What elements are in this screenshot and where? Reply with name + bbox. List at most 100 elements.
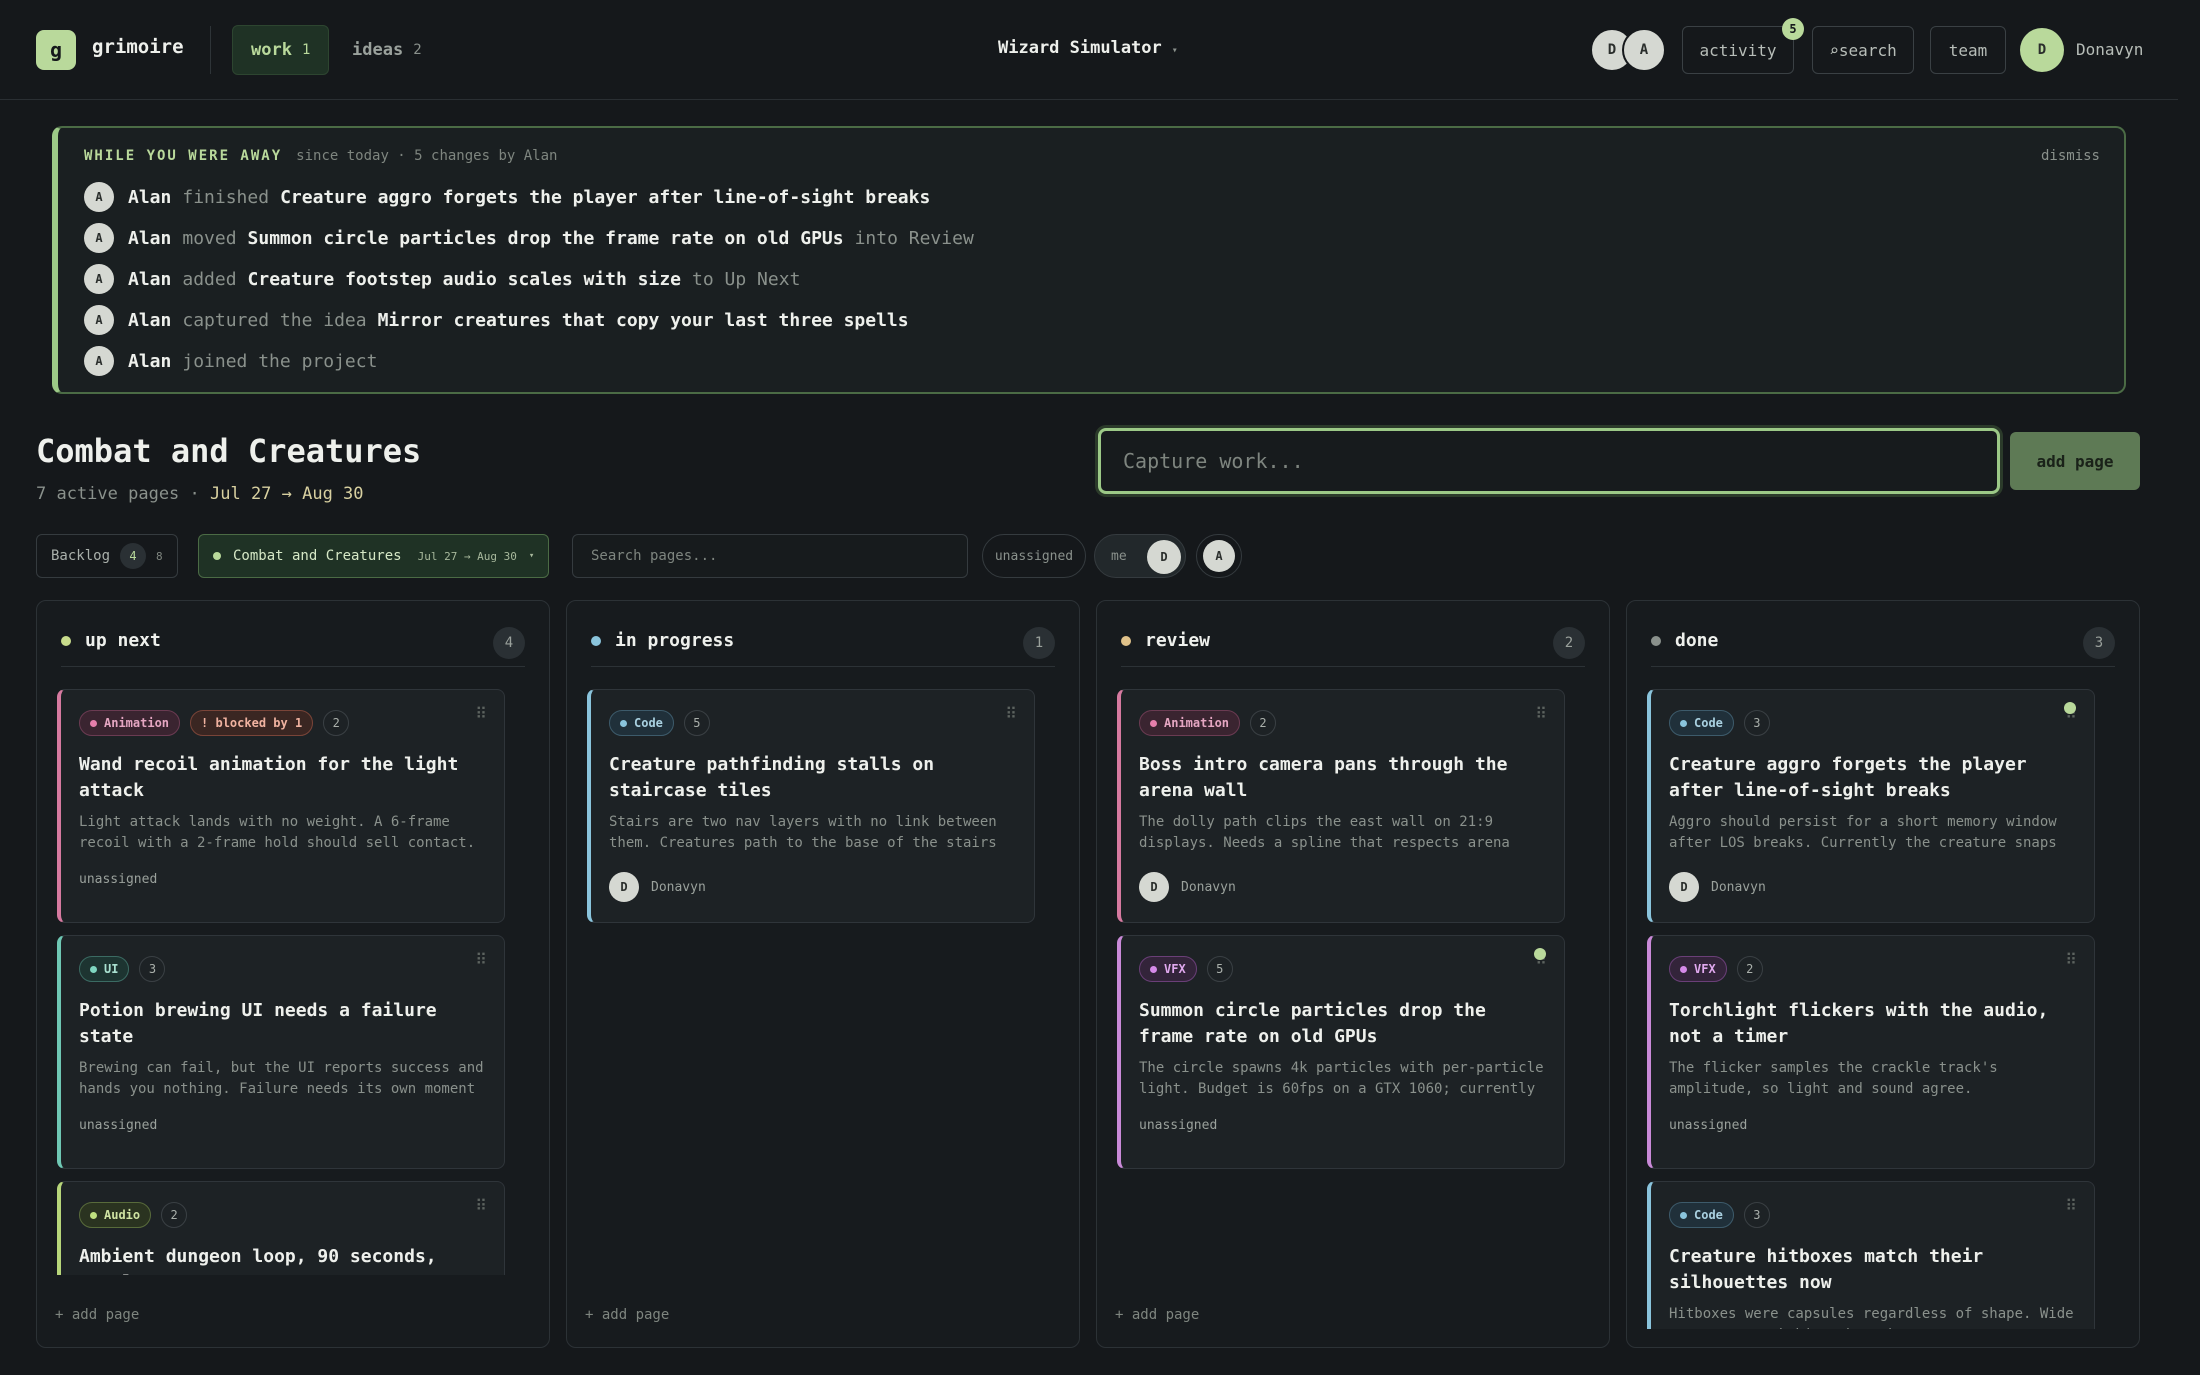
sprint-filter[interactable]: Combat and Creatures Jul 27 → Aug 30 ▾ — [198, 534, 550, 578]
member-filter[interactable]: A — [1196, 534, 1242, 578]
tag-label: Code — [1694, 1208, 1723, 1222]
column-count: 4 — [493, 627, 525, 659]
task-card[interactable]: Code 5 ⠿ Creature pathfinding stalls on sta… — [587, 689, 1035, 923]
capture-work-input[interactable] — [1098, 428, 2000, 494]
task-card[interactable]: Animation 2 ⠿ Boss intro camera pans throug… — [1117, 689, 1565, 923]
avatar[interactable]: A — [1622, 28, 1666, 72]
activity-button[interactable]: activity — [1682, 26, 1794, 74]
search-pages-input[interactable] — [572, 534, 968, 578]
activity-event[interactable]: A Alan finished Creature aggro forgets the … — [84, 182, 941, 212]
event-actor: Alan — [128, 309, 172, 331]
brand-name: grimoire — [92, 36, 184, 58]
task-card[interactable]: VFX5⠿Summon circle particles drop the fr… — [1117, 935, 1565, 1169]
card-list: Code 3 ⠿ Creature aggro forgets the player … — [1647, 689, 2097, 1329]
card-title: Creature hitboxes match their silhouette… — [1669, 1246, 1984, 1293]
while-away-subtitle: since today · 5 changes by Alan — [296, 148, 558, 164]
tag-dot — [1680, 965, 1687, 973]
tab-ideas[interactable]: ideas 2 — [334, 25, 440, 75]
task-card[interactable]: UI 3 ⠿ Potion brewing UI needs a failure st… — [57, 935, 505, 1169]
points-badge: 2 — [1736, 956, 1763, 982]
tag-label: VFX — [1164, 962, 1186, 976]
add-card-button[interactable]: + add page — [585, 1307, 669, 1323]
user-name[interactable]: Donavyn — [2076, 40, 2143, 59]
task-card[interactable]: Audio 2 ⠿ Ambient dungeon loop, 90 seconds,… — [57, 1181, 505, 1275]
backlog-filter[interactable]: Backlog 4 8 — [36, 534, 178, 578]
assignee[interactable]: D Donavyn — [1139, 872, 1236, 902]
event-actor: Alan — [128, 227, 172, 249]
drag-handle-icon[interactable]: ⠿ — [475, 950, 487, 969]
assignee[interactable]: unassigned — [79, 1118, 157, 1133]
tag-badge[interactable]: Code — [1669, 1202, 1734, 1228]
dismiss-button[interactable]: dismiss — [2041, 148, 2100, 164]
team-button[interactable]: team — [1930, 26, 2006, 74]
card-description: Stairs are two nav layers with no link b… — [609, 814, 997, 851]
event-object: Creature aggro forgets the player after … — [280, 186, 931, 208]
event-action: captured the idea — [182, 309, 367, 331]
drag-handle-icon[interactable]: ⠿ — [1535, 704, 1547, 723]
avatar: A — [84, 223, 114, 253]
activity-event[interactable]: A Alan added Creature footstep audio scales… — [84, 264, 800, 294]
column-title: done — [1675, 630, 1719, 651]
assignee-name: unassigned — [79, 872, 158, 887]
column-review: review 2 Animation 2 ⠿ Boss intro camera pans… — [1096, 600, 1610, 1348]
avatar: A — [84, 305, 114, 335]
status-dot — [61, 635, 71, 646]
add-page-button[interactable]: add page — [2010, 432, 2140, 490]
task-card[interactable]: VFX 2 ⠿ Torchlight flickers with the audio,… — [1647, 935, 2095, 1169]
tab-work-label: work — [251, 40, 292, 60]
points-badge: 2 — [161, 1202, 188, 1228]
add-card-button[interactable]: + add page — [55, 1307, 139, 1323]
tag-badge[interactable]: Animation — [79, 710, 181, 736]
app-logo[interactable]: g — [36, 30, 76, 70]
tag-badge[interactable]: Code — [1669, 710, 1734, 736]
drag-handle-icon[interactable]: ⠿ — [475, 704, 487, 723]
event-actor: Alan — [128, 268, 172, 290]
me-filter[interactable]: me D — [1094, 534, 1186, 578]
avatar: A — [84, 182, 114, 212]
points-badge: 3 — [139, 956, 166, 982]
user-avatar[interactable]: D — [2020, 28, 2064, 72]
card-tags: VFX 5 — [1139, 956, 1233, 982]
card-title: Ambient dungeon loop, 90 seconds, seamle… — [79, 1246, 437, 1275]
drag-handle-icon[interactable]: ⠿ — [475, 1196, 487, 1215]
drag-handle-icon[interactable]: ⠿ — [2065, 1196, 2077, 1215]
search-button[interactable]: ⌕search — [1812, 26, 1914, 74]
event-tail: to Up Next — [692, 268, 801, 290]
tag-badge[interactable]: Audio — [79, 1202, 152, 1228]
column-title: up next — [85, 630, 161, 651]
status-dot — [591, 635, 601, 646]
sprint-label: Combat and Creatures — [233, 548, 402, 564]
sprint-dot — [213, 552, 221, 560]
tag-badge[interactable]: Code — [609, 710, 674, 736]
project-switcher[interactable]: Wizard Simulator ▾ — [998, 38, 1178, 58]
drag-handle-icon[interactable]: ⠿ — [1005, 704, 1017, 723]
assignee[interactable]: D Donavyn — [1669, 872, 1766, 902]
card-description: The dolly path clips the east wall on 21… — [1139, 814, 1510, 851]
assignee-name: Donavyn — [651, 879, 706, 895]
activity-event[interactable]: A Alan joined the project — [84, 346, 388, 376]
add-card-button[interactable]: + add page — [1115, 1307, 1199, 1323]
tag-badge[interactable]: UI — [79, 956, 130, 982]
assignee[interactable]: unassigned — [79, 872, 157, 887]
tag-badge[interactable]: VFX — [1139, 956, 1197, 982]
new-indicator — [1534, 948, 1546, 960]
card-tags: Code 3 — [1669, 1202, 1770, 1228]
task-card[interactable]: Animation ! blocked by 1 2 ⠿ Wand recoil ani… — [57, 689, 505, 923]
sprint-filter-dates: Jul 27 → Aug 30 — [417, 549, 517, 563]
assignee-name: unassigned — [1669, 1118, 1748, 1133]
task-card[interactable]: Code 3 ⠿ Creature hitboxes match their silh… — [1647, 1181, 2095, 1329]
assignee[interactable]: unassigned — [1669, 1118, 1747, 1133]
unassigned-filter[interactable]: unassigned — [982, 534, 1086, 578]
card-tags: Animation 2 — [1139, 710, 1277, 736]
task-card[interactable]: Code3⠿Creature aggro forgets the player … — [1647, 689, 2095, 923]
tag-badge[interactable]: ! blocked by 1 — [190, 710, 314, 736]
tab-work[interactable]: work 1 — [232, 25, 330, 75]
drag-handle-icon[interactable]: ⠿ — [2065, 950, 2077, 969]
tag-badge[interactable]: Animation — [1139, 710, 1241, 736]
activity-event[interactable]: A Alan captured the idea Mirror creatures t… — [84, 305, 920, 335]
activity-event[interactable]: A Alan moved Summon circle particles drop t… — [84, 223, 974, 253]
assignee[interactable]: D Donavyn — [609, 872, 706, 902]
assignee[interactable]: unassigned — [1139, 1118, 1217, 1133]
tag-badge[interactable]: VFX — [1669, 956, 1727, 982]
column-header: up next 4 — [61, 625, 525, 667]
